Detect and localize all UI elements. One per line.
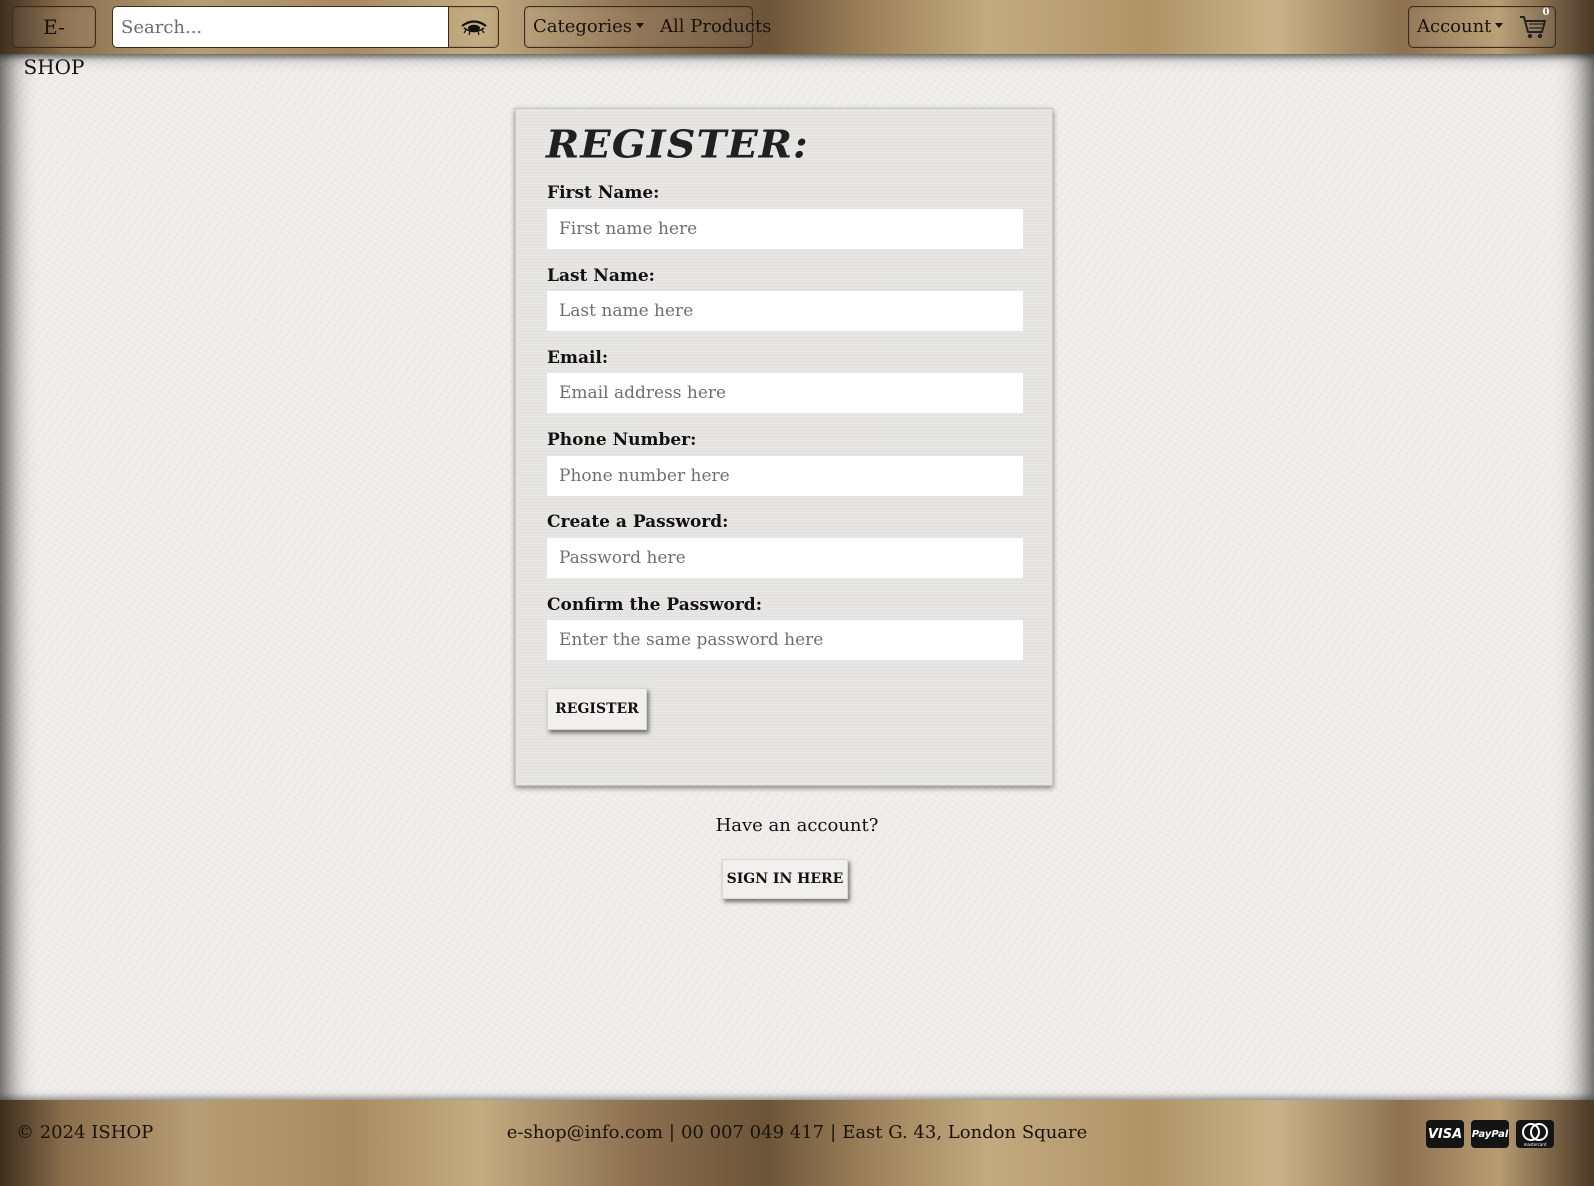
last-name-field[interactable] [547,291,1023,331]
account-dropdown[interactable]: Account [1409,7,1511,47]
search-bar [112,6,499,48]
phone-label: Phone Number: [547,430,697,450]
categories-dropdown[interactable]: Categories [525,7,652,47]
footer-separator: | [830,1122,837,1143]
last-name-label: Last Name: [547,266,655,286]
register-button[interactable]: REGISTER [547,688,647,730]
register-title: REGISTER: [546,122,809,167]
account-menu: Account 0 [1408,6,1556,48]
confirm-password-label: Confirm the Password: [547,595,762,615]
email-field[interactable] [547,373,1023,413]
first-name-label: First Name: [547,183,660,203]
footer: © 2024 ISHOP e-shop@info.com | 00 007 049 … [0,1100,1594,1186]
email-label: Email: [547,348,609,368]
mastercard-label: mastercard [1523,1142,1547,1147]
password-field[interactable] [547,538,1023,578]
search-input[interactable] [113,7,449,47]
footer-address: East G. 43, London Square [842,1122,1088,1143]
confirm-password-field[interactable] [547,620,1023,660]
sign-in-button[interactable]: SIGN IN HERE [722,859,848,899]
mastercard-icon: mastercard [1516,1120,1554,1148]
footer-separator: | [668,1122,675,1143]
footer-phone: 00 007 049 417 [680,1122,825,1143]
paypal-icon: PayPal [1471,1120,1509,1148]
main-menu: Categories All Products [524,6,771,48]
eye-icon [461,20,487,36]
first-name-field[interactable] [547,209,1023,249]
cart-count-badge: 0 [1542,7,1550,18]
payment-methods: VISA PayPal mastercard [1426,1120,1554,1148]
account-label: Account [1417,16,1492,37]
paypal-label: PayPal [1471,1128,1509,1140]
footer-email: e-shop@info.com [506,1122,663,1143]
top-navbar: E-SHOP Categories All Products Account [0,0,1594,79]
visa-icon: VISA [1426,1120,1464,1148]
visa-label: VISA [1427,1126,1463,1142]
categories-label: Categories [533,16,632,37]
footer-contact: e-shop@info.com | 00 007 049 417 | East G. 4… [0,1122,1594,1143]
search-button[interactable] [450,7,498,47]
brand-logo[interactable]: E-SHOP [12,6,96,79]
all-products-link[interactable]: All Products [652,7,779,47]
register-card: REGISTER: First Name: Last Name: Email: … [515,108,1053,786]
chevron-down-icon [1495,23,1504,28]
chevron-down-icon [636,23,644,28]
password-label: Create a Password: [547,512,729,532]
cart-button[interactable]: 0 [1519,7,1549,41]
have-account-text: Have an account? [715,815,879,836]
phone-field[interactable] [547,456,1023,496]
